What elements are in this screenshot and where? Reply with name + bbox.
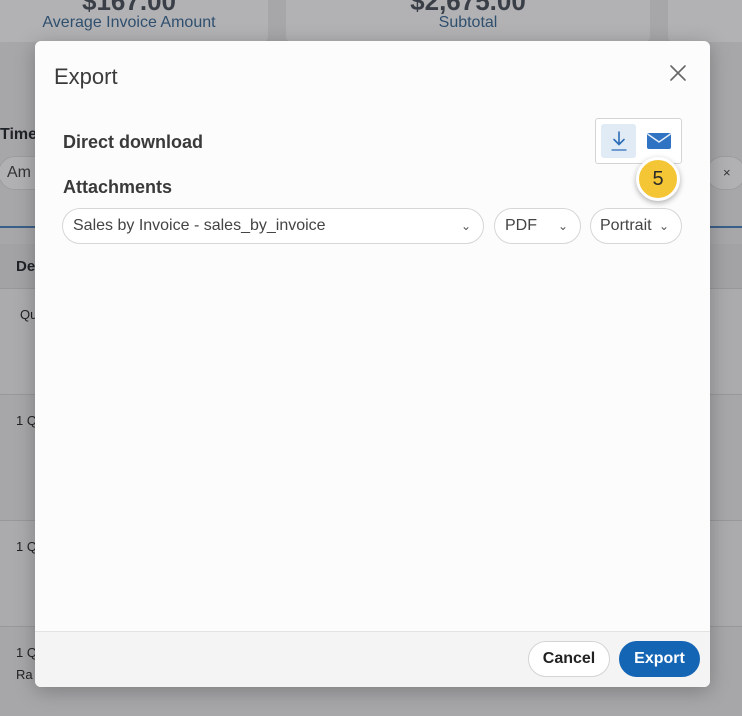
chevron-down-icon: ⌄ — [658, 219, 669, 233]
format-select[interactable]: PDF ⌄ — [494, 208, 581, 244]
metric-label: Average Invoice Amount — [42, 14, 216, 31]
email-toggle-button[interactable] — [641, 124, 676, 158]
close-button[interactable] — [668, 63, 688, 83]
export-button[interactable]: Export — [619, 641, 700, 677]
table-cell: 1 Q — [16, 413, 37, 428]
metric-card-partial — [668, 0, 742, 42]
download-icon — [610, 131, 627, 151]
report-select-value: Sales by Invoice - sales_by_invoice — [73, 217, 326, 234]
dialog-footer: Cancel Export — [35, 631, 710, 687]
close-icon — [670, 65, 686, 81]
table-cell: Ra — [16, 667, 33, 682]
filter-clear-pill[interactable]: × — [706, 156, 742, 190]
export-dialog: Export Direct download Attachments 5 Sal… — [35, 41, 710, 687]
table-cell: 1 Q — [16, 645, 37, 660]
metric-card-subtotal: $2,675.00 Subtotal — [286, 0, 650, 42]
time-filter-label: Time — [0, 126, 38, 143]
cancel-button[interactable]: Cancel — [528, 641, 610, 677]
orientation-select-value: Portrait — [600, 217, 652, 234]
dialog-title: Export — [54, 64, 118, 89]
chevron-down-icon: ⌄ — [557, 219, 568, 233]
report-select[interactable]: Sales by Invoice - sales_by_invoice ⌄ — [62, 208, 484, 244]
format-select-value: PDF — [505, 217, 537, 234]
table-cell: 1 Q — [16, 539, 37, 554]
attachments-label: Attachments — [63, 177, 173, 197]
envelope-icon — [646, 133, 671, 149]
download-toggle-button[interactable] — [601, 124, 636, 158]
delivery-toggle — [595, 118, 682, 164]
table-header-cell: De — [16, 258, 36, 275]
chevron-down-icon: ⌄ — [460, 219, 471, 233]
metric-label: Subtotal — [438, 14, 498, 31]
orientation-select[interactable]: Portrait ⌄ — [590, 208, 682, 244]
direct-download-label: Direct download — [63, 132, 204, 152]
step-badge: 5 — [636, 157, 680, 201]
metric-card-average: $167.00 Average Invoice Amount — [0, 0, 268, 42]
